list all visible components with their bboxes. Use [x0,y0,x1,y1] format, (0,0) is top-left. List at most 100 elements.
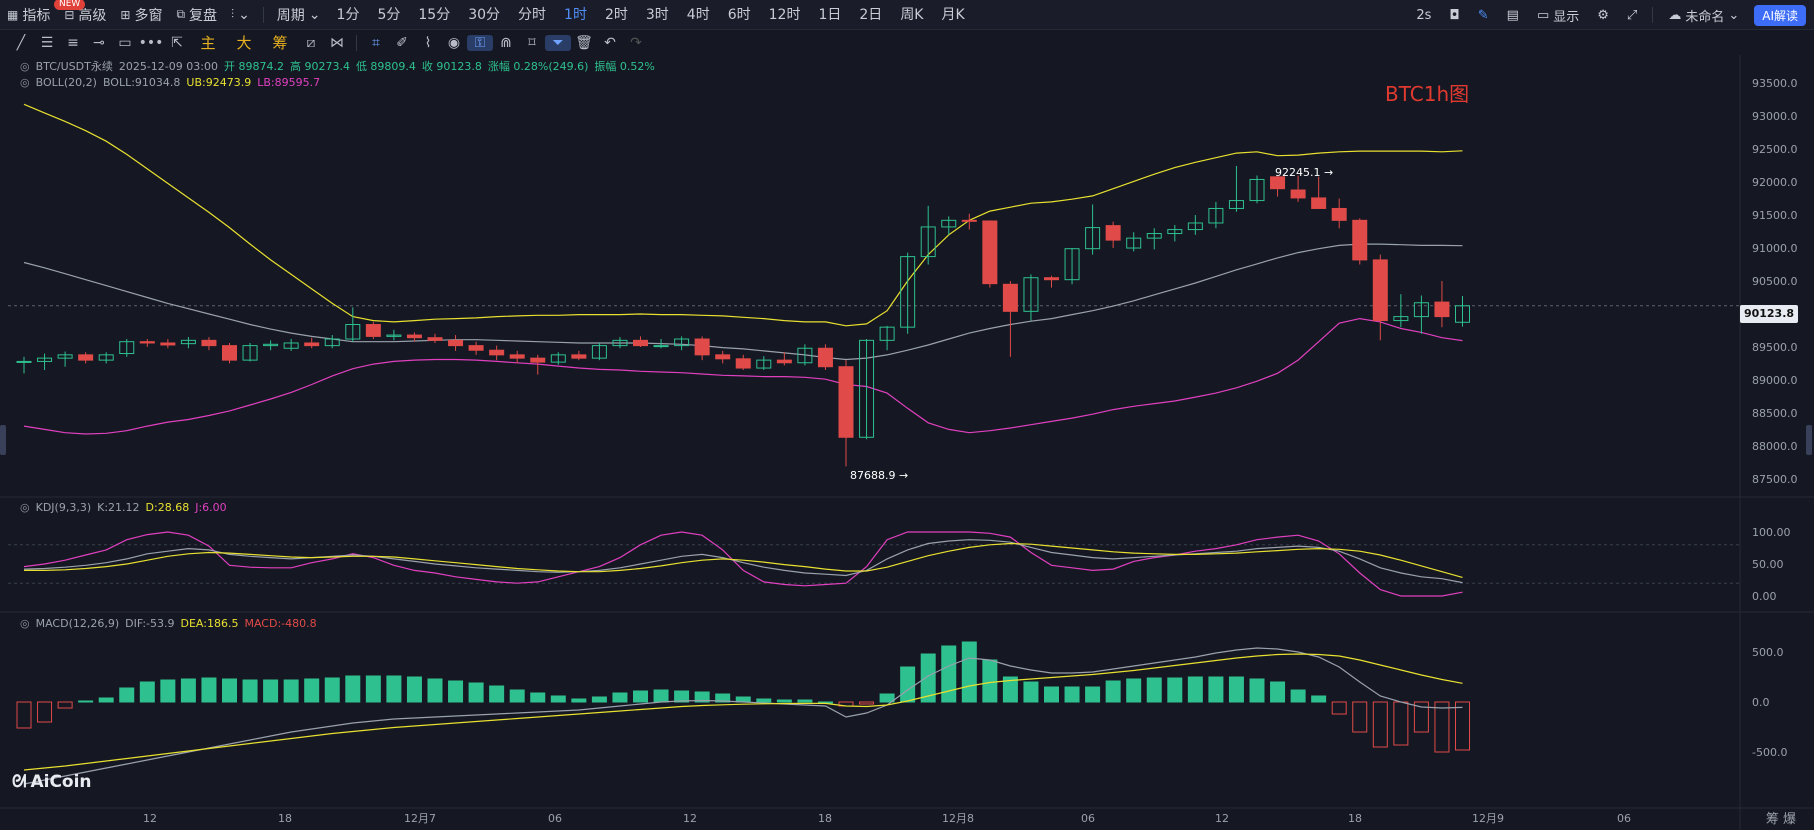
macd-histogram-bar [982,659,998,703]
candle-body [633,339,648,347]
candle-body [1105,225,1121,241]
candle-body [1311,197,1327,209]
candle-body [16,360,32,363]
eye-icon[interactable]: ◎ [20,617,30,630]
macd-histogram-bar [1187,676,1203,703]
macd-histogram-bar [776,699,792,703]
low-price-label: 87688.9 → [850,469,908,482]
macd-histogram-bar [756,698,772,703]
kdj-tick-label: 100.00 [1752,526,1791,539]
price-legend: ◎ BTC/USDT永续 2025-12-09 03:00 开 89874.2 … [20,58,655,74]
boll-middle-line [23,243,1463,361]
kdj-k: K:21.12 [97,501,140,514]
eye-icon[interactable]: ◎ [20,76,30,89]
macd-histogram-bar [37,701,53,723]
candle-body [406,334,422,339]
x-tick-label: 12 [683,812,697,825]
macd-histogram-bar [1311,695,1327,703]
annotation-title[interactable]: BTC1h图 [1385,78,1469,107]
candle-body [571,354,587,359]
x-tick-label: 06 [1617,812,1631,825]
macd-histogram-bar [653,689,669,703]
macd-label: MACD(12,26,9) [35,617,120,630]
candle-body [509,354,525,359]
macd-histogram-bar [1249,678,1265,703]
candle-body [961,219,977,222]
candle-body [139,341,155,344]
x-tick-label: 06 [1081,812,1095,825]
macd-histogram-bar [797,699,813,703]
candle-body [160,342,176,346]
kdj-tick-label: 50.00 [1752,558,1784,571]
macd-histogram-bar [1167,677,1183,703]
macd-histogram-bar [961,641,977,703]
eye-icon[interactable]: ◎ [20,501,30,514]
price-tick-label: 91500.0 [1752,209,1798,222]
right-panel-handle[interactable] [1806,425,1812,455]
x-tick-label: 06 [548,812,562,825]
current-price-tag: 90123.8 [1740,305,1798,323]
macd-histogram-bar [386,675,402,703]
macd-histogram-bar [591,696,607,703]
macd-histogram-bar [324,677,340,703]
macd-histogram-bar [242,679,258,703]
legend-high: 高 90273.4 [289,60,350,73]
candle-body [715,354,731,360]
price-tick-label: 93500.0 [1752,77,1798,90]
macd-tick-label: -500.0 [1752,746,1787,759]
legend-open: 开 89874.2 [223,60,284,73]
macd-dea: DEA:186.5 [180,617,239,630]
kdj-k-line [23,539,1463,584]
macd-histogram-bar [365,675,381,703]
candle-body [201,339,217,347]
boll-mid: BOLL:91034.8 [102,76,181,89]
candle-body [1290,189,1306,199]
kdj-j-line [23,531,1463,597]
kdj-tick-label: 0.00 [1752,590,1777,603]
macd-histogram-bar [98,697,114,703]
price-tick-label: 92000.0 [1752,176,1798,189]
aicoin-watermark: ᘛ AiCoin [12,772,92,792]
candle-body [817,347,833,368]
legend-close: 收 90123.8 [421,60,482,73]
boll-upper-line [23,103,1463,327]
macd-histogram-bar [345,675,361,703]
price-tick-label: 88000.0 [1752,440,1798,453]
macd-histogram-bar [1270,681,1286,703]
chart-canvas[interactable]: 93500.0 93000.0 92500.0 92000.0 91500.0 91000… [0,0,1814,830]
macd-histogram-bar [1228,676,1244,703]
macd-histogram-bar [201,677,217,703]
macd-histogram-bar [1352,701,1368,733]
macd-histogram-bar [78,700,94,703]
macd-histogram-bar [468,682,484,703]
candle-body [694,338,710,356]
macd-histogram-bar [1290,689,1306,703]
candle-body [304,342,320,347]
macd-histogram-bar [900,666,916,703]
macd-histogram-bar [941,645,957,703]
macd-histogram-bar [57,701,73,709]
eye-icon[interactable]: ◎ [20,60,30,73]
bottom-right-label[interactable]: 筹 爆 [1766,808,1796,827]
macd-legend: ◎ MACD(12,26,9) DIF:-53.9 DEA:186.5 MACD… [20,617,317,630]
macd-dea-line [23,653,1463,771]
macd-histogram-bar [1126,678,1142,703]
macd-histogram-bar [119,687,135,703]
macd-histogram-bar [489,685,505,703]
price-tick-label: 88500.0 [1752,407,1798,420]
candle-body [1434,301,1450,318]
price-tick-label: 92500.0 [1752,143,1798,156]
legend-change: 涨幅 0.28%(249.6) [487,60,589,73]
macd-tick-label: 0.0 [1752,696,1770,709]
macd-tick-label: 500.0 [1752,646,1784,659]
candle-body [468,345,484,351]
left-panel-handle[interactable] [0,425,6,455]
legend-amplitude: 振幅 0.52% [594,60,655,73]
macd-histogram-bar [448,680,464,703]
kdj-d: D:28.68 [145,501,190,514]
macd-histogram-bar [1105,680,1121,703]
price-tick-label: 89500.0 [1752,341,1798,354]
macd-histogram-bar [1331,701,1347,715]
candle-body [222,345,237,361]
x-tick-label: 12月7 [404,812,436,825]
